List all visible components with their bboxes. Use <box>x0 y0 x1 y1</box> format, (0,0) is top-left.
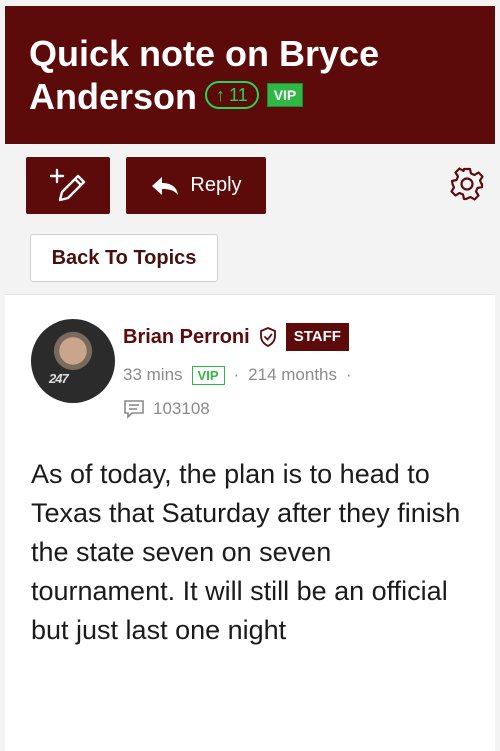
avatar[interactable]: 247 <box>31 319 115 403</box>
post-body: As of today, the plan is to head to Texa… <box>31 459 461 645</box>
post-count: 103108 <box>153 399 210 418</box>
topic-title: Quick note on Bryce Anderson ↑ 11 VIP <box>29 32 471 118</box>
gear-icon <box>450 167 484 201</box>
topic-title-text: Quick note on Bryce Anderson <box>29 33 380 117</box>
back-to-topics-button[interactable]: Back To Topics <box>30 234 218 282</box>
shield-icon <box>259 327 276 348</box>
pencil-plus-icon <box>49 168 86 201</box>
post-count-row: 103108 <box>123 399 210 419</box>
vip-outline-badge: VIP <box>191 365 225 385</box>
topic-toolbar: Reply <box>5 144 495 228</box>
post-count-icon <box>124 400 144 419</box>
upvote-badge[interactable]: ↑ 11 <box>205 81 259 110</box>
staff-badge: STAFF <box>285 323 349 351</box>
reply-arrow-icon <box>152 176 179 195</box>
new-post-button[interactable] <box>26 157 110 214</box>
settings-button[interactable] <box>449 166 485 202</box>
post-meta: 33 mins VIP · 214 months · <box>123 365 352 385</box>
reply-label: Reply <box>190 174 242 196</box>
reply-button[interactable]: Reply <box>126 157 266 214</box>
meta-separator: · <box>346 365 352 384</box>
topic-header: Quick note on Bryce Anderson ↑ 11 VIP <box>5 6 495 144</box>
avatar-logo-text: 247 <box>49 371 69 386</box>
member-since: 214 months <box>248 365 338 384</box>
arrow-up-icon: ↑ <box>216 85 226 106</box>
meta-separator: · <box>233 365 240 384</box>
author-row: Brian Perroni STAFF <box>123 323 349 351</box>
upvote-count: 11 <box>229 85 248 106</box>
post-time: 33 mins <box>123 365 183 384</box>
author-name[interactable]: Brian Perroni <box>123 326 250 349</box>
vip-badge: VIP <box>266 83 304 108</box>
post-card: 247 Brian Perroni STAFF 33 mins VIP · 21… <box>5 294 495 751</box>
